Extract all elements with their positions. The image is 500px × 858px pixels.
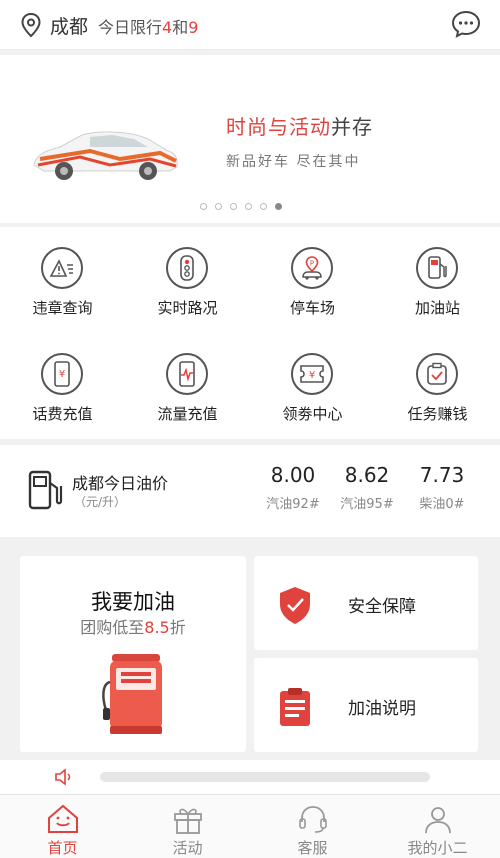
service-label: 任务赚钱 — [407, 405, 468, 423]
bottom-tab-bar: 首页 活动 客服 我的小二 — [0, 794, 500, 858]
promo-banner[interactable]: 时尚与活动并存 新品好车 尽在其中 — [0, 55, 500, 223]
price-value: 8.62 — [344, 463, 390, 487]
tab-home[interactable]: 首页 — [0, 795, 125, 858]
driving-restriction: 今日限行4和9 — [98, 18, 199, 37]
top-bar: 成都 今日限行4和9 — [0, 0, 500, 50]
phone-pulse-icon — [166, 353, 208, 395]
tab-activity[interactable]: 活动 — [125, 795, 250, 858]
price-95: 8.62 汽油95# — [327, 463, 407, 512]
carousel-dot-active[interactable] — [275, 203, 282, 210]
chat-bubble-icon[interactable] — [450, 8, 482, 40]
price-value: 8.00 — [270, 463, 316, 487]
tab-label: 客服 — [297, 839, 328, 857]
price-label: 汽油92# — [266, 497, 320, 512]
gas-station-icon — [416, 247, 458, 289]
refuel-guide-label: 加油说明 — [348, 699, 416, 719]
price-diesel-0: 7.73 柴油0# — [402, 463, 482, 512]
service-data-recharge[interactable]: 流量充值 — [125, 339, 250, 439]
speaker-icon — [55, 768, 71, 786]
carousel-dot[interactable] — [215, 203, 222, 210]
city-selector[interactable]: 成都 — [50, 12, 88, 39]
car-image — [33, 131, 178, 180]
service-label: 违章查询 — [32, 299, 93, 317]
service-label: 实时路况 — [157, 299, 218, 317]
traffic-light-icon — [166, 247, 208, 289]
carousel-dot[interactable] — [260, 203, 267, 210]
service-phone-recharge[interactable]: ¥ 话费充值 — [0, 339, 125, 439]
oil-price-unit: （元/升） — [74, 495, 127, 509]
coupon-yen-icon: ¥ — [291, 353, 333, 395]
banner-subline: 新品好车 尽在其中 — [226, 154, 361, 170]
carousel-dot[interactable] — [245, 203, 252, 210]
user-icon — [425, 807, 451, 834]
service-coupon-center[interactable]: ¥ 领劵中心 — [250, 339, 375, 439]
price-label: 柴油0# — [419, 497, 465, 512]
service-parking[interactable]: P 停车场 — [250, 233, 375, 333]
fuel-pump-icon — [28, 470, 63, 510]
price-92: 8.00 汽油92# — [253, 463, 333, 512]
svg-text:P: P — [310, 260, 314, 268]
parking-pin-icon: P — [291, 247, 333, 289]
service-label: 停车场 — [289, 299, 335, 317]
refuel-title: 我要加油 — [91, 590, 175, 614]
service-live-traffic[interactable]: 实时路况 — [125, 233, 250, 333]
refuel-card[interactable]: 我要加油 团购低至8.5折 — [20, 556, 246, 752]
task-check-icon — [416, 353, 458, 395]
shield-icon — [280, 587, 310, 624]
svg-text:¥: ¥ — [59, 369, 65, 380]
tab-my-assistant[interactable]: 我的小二 — [375, 795, 500, 858]
gift-icon — [174, 808, 202, 834]
app-screen: 成都 今日限行4和9 时尚与活动并存 新品好车 尽在其中 违章查询 实时路况 P… — [0, 0, 500, 858]
phone-yen-icon: ¥ — [41, 353, 83, 395]
carousel-indicator — [200, 203, 282, 210]
tab-label: 我的小二 — [407, 839, 468, 857]
announcement-bar[interactable] — [0, 760, 500, 794]
svg-text:¥: ¥ — [309, 370, 315, 381]
headset-icon — [299, 806, 327, 833]
oil-price-title: 成都今日油价 — [72, 474, 169, 493]
service-label: 领劵中心 — [282, 405, 343, 423]
location-pin-icon[interactable] — [20, 12, 42, 38]
price-value: 7.73 — [419, 463, 465, 487]
service-task-earn[interactable]: 任务赚钱 — [375, 339, 500, 439]
oil-price-panel[interactable]: 成都今日油价 （元/升） 8.00 汽油92# 8.62 汽油95# 7.73 … — [0, 445, 500, 537]
refuel-guide-card[interactable]: 加油说明 — [254, 658, 478, 752]
tab-label: 活动 — [172, 839, 203, 857]
carousel-dot[interactable] — [200, 203, 207, 210]
price-label: 汽油95# — [340, 497, 394, 512]
fuel-tank-illustration — [102, 654, 162, 734]
warning-triangle-icon — [41, 247, 83, 289]
service-gas-station[interactable]: 加油站 — [375, 233, 500, 333]
service-label: 加油站 — [414, 299, 460, 317]
announcement-text-blurred — [100, 772, 430, 782]
safety-label: 安全保障 — [348, 597, 416, 617]
tab-label: 首页 — [47, 839, 78, 857]
service-label: 话费充值 — [32, 405, 93, 423]
service-label: 流量充值 — [157, 405, 218, 423]
carousel-dot[interactable] — [230, 203, 237, 210]
tab-customer-service[interactable]: 客服 — [250, 795, 375, 858]
banner-headline: 时尚与活动并存 — [226, 115, 373, 139]
service-violation-query[interactable]: 违章查询 — [0, 233, 125, 333]
service-grid: 违章查询 实时路况 P 停车场 加油站 ¥ 话费充值 流量充值 ¥ 领劵中心 任… — [0, 227, 500, 439]
home-icon — [48, 804, 78, 833]
refuel-subtitle: 团购低至8.5折 — [80, 618, 186, 637]
safety-card[interactable]: 安全保障 — [254, 556, 478, 650]
clipboard-icon — [280, 688, 310, 726]
